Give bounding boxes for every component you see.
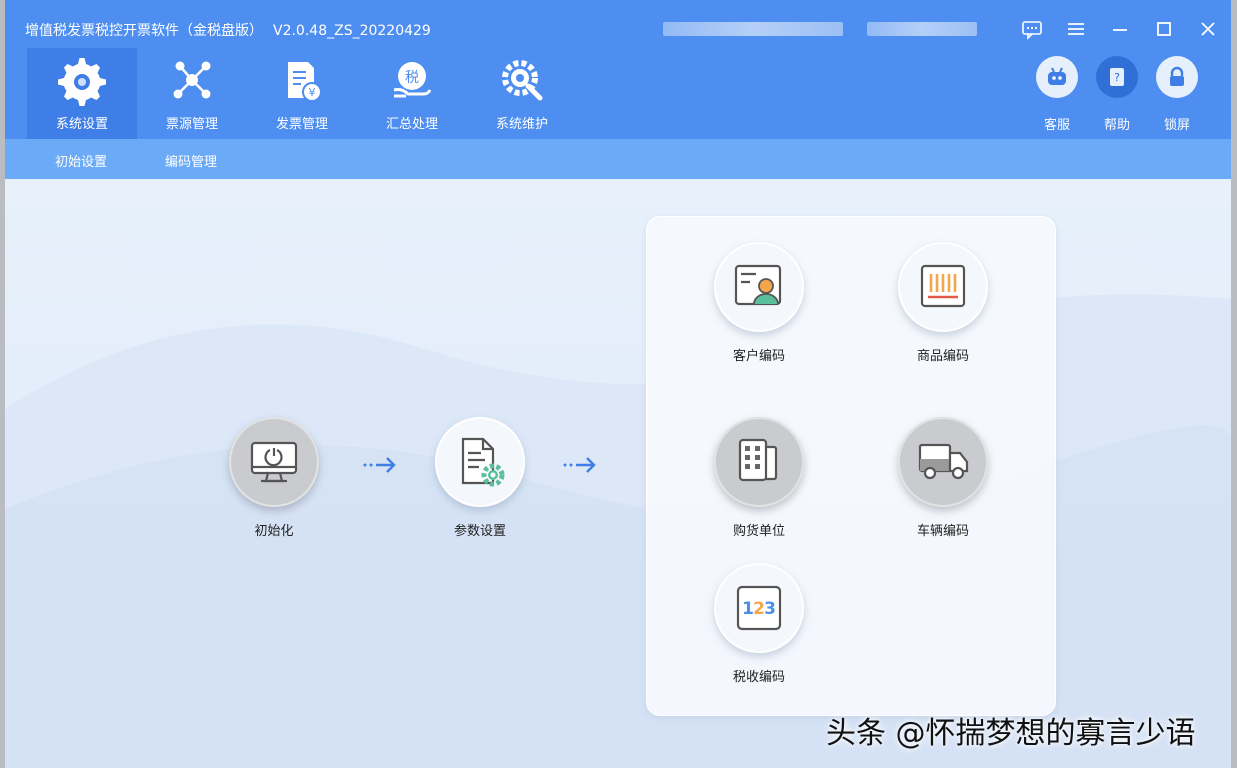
tax-code-node[interactable]: 1 2 3 税收编码 (713, 563, 805, 685)
lock-screen-button[interactable]: 锁屏 (1155, 56, 1199, 133)
maximize-icon (1157, 22, 1171, 36)
product-code-label: 商品编码 (916, 349, 969, 364)
svg-text:税: 税 (405, 70, 419, 86)
product-code-circle (898, 242, 988, 332)
nav-label: 系统维护 (495, 117, 548, 132)
hamburger-icon (1068, 23, 1084, 35)
customer-card-icon (734, 264, 782, 306)
nav-summary[interactable]: 税 汇总处理 (357, 48, 467, 139)
window-title: 增值税发票税控开票软件（金税盘版） V2.0.48_ZS_20220429 (25, 20, 431, 40)
app-title: 增值税发票税控开票软件（金税盘版） (25, 23, 263, 39)
app-version: V2.0.48_ZS_20220429 (273, 23, 431, 39)
buyer-unit-label: 购货单位 (732, 524, 785, 539)
main-nav: 系统设置 票源管理 ¥ 发票管理 税 汇总处理 系统维护 (27, 48, 577, 139)
nav-label: 发票管理 (275, 117, 328, 132)
tax-digit-3: 3 (764, 599, 776, 619)
product-code-node[interactable]: 商品编码 (897, 242, 989, 364)
blurred-user-name (867, 22, 977, 36)
nav-label: 系统设置 (55, 117, 108, 132)
init-circle (229, 417, 319, 507)
watermark: 头条 @怀揣梦想的寡言少语 (826, 716, 1196, 751)
lock-circle (1156, 56, 1198, 98)
tax-number-icon: 1 2 3 (736, 585, 782, 631)
buyer-unit-circle (714, 417, 804, 507)
nav-label: 票源管理 (165, 117, 218, 132)
tool-label-help: 帮助 (1103, 118, 1130, 133)
init-node[interactable]: 初始化 (228, 417, 320, 539)
close-button[interactable] (1197, 18, 1219, 40)
code-panel (646, 216, 1056, 716)
lock-icon (1170, 66, 1184, 86)
gear-icon (58, 58, 106, 106)
minimize-icon (1113, 29, 1127, 31)
robot-icon (1048, 67, 1066, 85)
customer-code-circle (714, 242, 804, 332)
building-icon (738, 438, 778, 482)
init-label: 初始化 (254, 524, 294, 539)
vehicle-code-circle (898, 417, 988, 507)
document-gear-icon (461, 437, 505, 487)
minimize-button[interactable] (1109, 18, 1131, 40)
subnav-code-management[interactable]: 编码管理 (165, 151, 217, 170)
params-label: 参数设置 (453, 524, 506, 539)
tax-summary-icon: 税 (393, 62, 432, 98)
tool-label-service: 客服 (1043, 118, 1070, 133)
buyer-unit-node[interactable]: 购货单位 (713, 417, 805, 539)
vehicle-code-node[interactable]: 车辆编码 (897, 417, 989, 539)
svg-text:¥: ¥ (309, 86, 316, 99)
nav-system-settings[interactable]: 系统设置 (27, 48, 137, 139)
sub-nav: 初始设置 编码管理 (5, 139, 1231, 179)
app-window: 增值税发票税控开票软件（金税盘版） V2.0.48_ZS_20220429 系统… (5, 0, 1231, 768)
chat-icon (1022, 21, 1042, 40)
network-icon (173, 61, 211, 99)
vehicle-code-label: 车辆编码 (916, 524, 969, 539)
arrow-right-icon (363, 457, 396, 473)
nav-invoice-management[interactable]: ¥ 发票管理 (247, 48, 357, 139)
tool-label-lock: 锁屏 (1163, 118, 1190, 133)
params-node[interactable]: 参数设置 (434, 417, 526, 539)
customer-service-button[interactable]: 客服 (1035, 56, 1079, 133)
service-circle (1036, 56, 1078, 98)
main-content: 初始化 参数设置 客户编码 商品编码 购货单位 车辆编码 1 2 3 税收编码 (5, 179, 1231, 768)
close-icon (1201, 22, 1215, 36)
nav-system-maintenance[interactable]: 系统维护 (467, 48, 577, 139)
tax-code-label: 税收编码 (732, 670, 785, 685)
monitor-icon (250, 441, 298, 483)
truck-icon (918, 443, 969, 480)
help-circle: ? (1096, 56, 1138, 98)
subnav-initial-settings[interactable]: 初始设置 (55, 151, 107, 170)
feedback-button[interactable] (1021, 18, 1043, 40)
wrench-gear-icon (502, 60, 543, 101)
customer-code-node[interactable]: 客户编码 (713, 242, 805, 364)
customer-code-label: 客户编码 (732, 349, 785, 364)
tax-code-circle: 1 2 3 (714, 563, 804, 653)
svg-text:?: ? (1114, 71, 1120, 84)
help-book-icon: ? (1110, 68, 1124, 86)
barcode-icon (920, 264, 966, 308)
nav-label: 汇总处理 (385, 117, 438, 132)
arrow-right-icon (563, 457, 596, 473)
invoice-icon: ¥ (288, 62, 322, 102)
blurred-user-info (663, 22, 843, 36)
menu-button[interactable] (1065, 18, 1087, 40)
nav-ticket-source[interactable]: 票源管理 (137, 48, 247, 139)
header: 增值税发票税控开票软件（金税盘版） V2.0.48_ZS_20220429 系统… (5, 0, 1231, 139)
params-circle (435, 417, 525, 507)
maximize-button[interactable] (1153, 18, 1175, 40)
help-button[interactable]: ? 帮助 (1095, 56, 1139, 133)
